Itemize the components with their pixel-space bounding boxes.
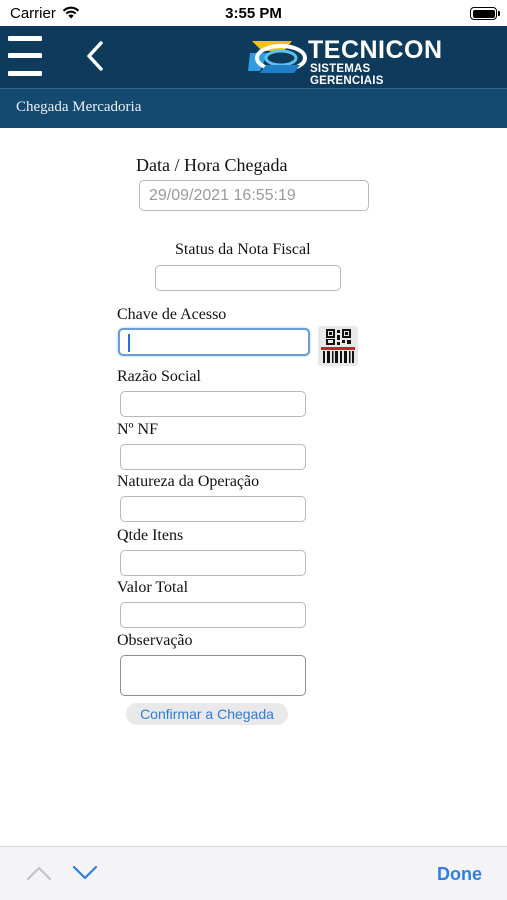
chevron-left-icon[interactable] bbox=[82, 36, 110, 76]
logo-wordmark: TECNICON bbox=[308, 36, 443, 64]
logo-mark-icon bbox=[248, 41, 307, 73]
qr-barcode-scan-icon[interactable] bbox=[318, 326, 358, 366]
logo-tagline: SISTEMAS GERENCIAIS bbox=[310, 63, 384, 87]
confirm-arrival-button[interactable]: Confirmar a Chegada bbox=[126, 703, 288, 725]
page-title-bar: Chegada Mercadoria bbox=[0, 88, 507, 128]
invoice-status-label: Status da Nota Fiscal bbox=[175, 241, 311, 258]
operation-nature-field[interactable] bbox=[120, 496, 306, 522]
done-button[interactable]: Done bbox=[437, 864, 482, 885]
invoice-number-label: Nº NF bbox=[117, 421, 158, 438]
operation-nature-label: Natureza da Operação bbox=[117, 473, 260, 490]
arrival-datetime-field[interactable]: 29/09/2021 16:55:19 bbox=[139, 180, 369, 211]
total-value-field[interactable] bbox=[120, 602, 306, 628]
invoice-number-field[interactable] bbox=[120, 444, 306, 470]
qr-code-icon bbox=[321, 329, 355, 363]
notes-textarea[interactable] bbox=[120, 655, 306, 696]
status-bar: Carrier 3:55 PM bbox=[0, 0, 507, 26]
company-name-field[interactable] bbox=[120, 391, 306, 417]
battery-icon bbox=[470, 7, 500, 20]
keyboard-toolbar: Done bbox=[0, 846, 507, 900]
invoice-status-field[interactable] bbox=[155, 265, 341, 291]
notes-label: Observação bbox=[117, 632, 193, 649]
item-quantity-label: Qtde Itens bbox=[117, 527, 184, 544]
chevron-up-icon[interactable] bbox=[26, 865, 52, 881]
access-key-label: Chave de Acesso bbox=[117, 306, 227, 323]
company-name-label: Razão Social bbox=[117, 368, 201, 385]
item-quantity-field[interactable] bbox=[120, 550, 306, 576]
text-caret bbox=[128, 334, 130, 352]
access-key-input[interactable] bbox=[118, 328, 310, 356]
total-value-label: Valor Total bbox=[117, 579, 189, 596]
company-logo: TECNICON SISTEMAS GERENCIAIS bbox=[248, 35, 442, 87]
chevron-down-icon[interactable] bbox=[72, 865, 98, 881]
clock: 3:55 PM bbox=[225, 5, 282, 22]
arrival-datetime-label: Data / Hora Chegada bbox=[136, 155, 288, 175]
hamburger-menu-icon[interactable] bbox=[8, 33, 42, 79]
app-header: TECNICON SISTEMAS GERENCIAIS bbox=[0, 26, 507, 88]
page-title: Chegada Mercadoria bbox=[16, 99, 142, 115]
